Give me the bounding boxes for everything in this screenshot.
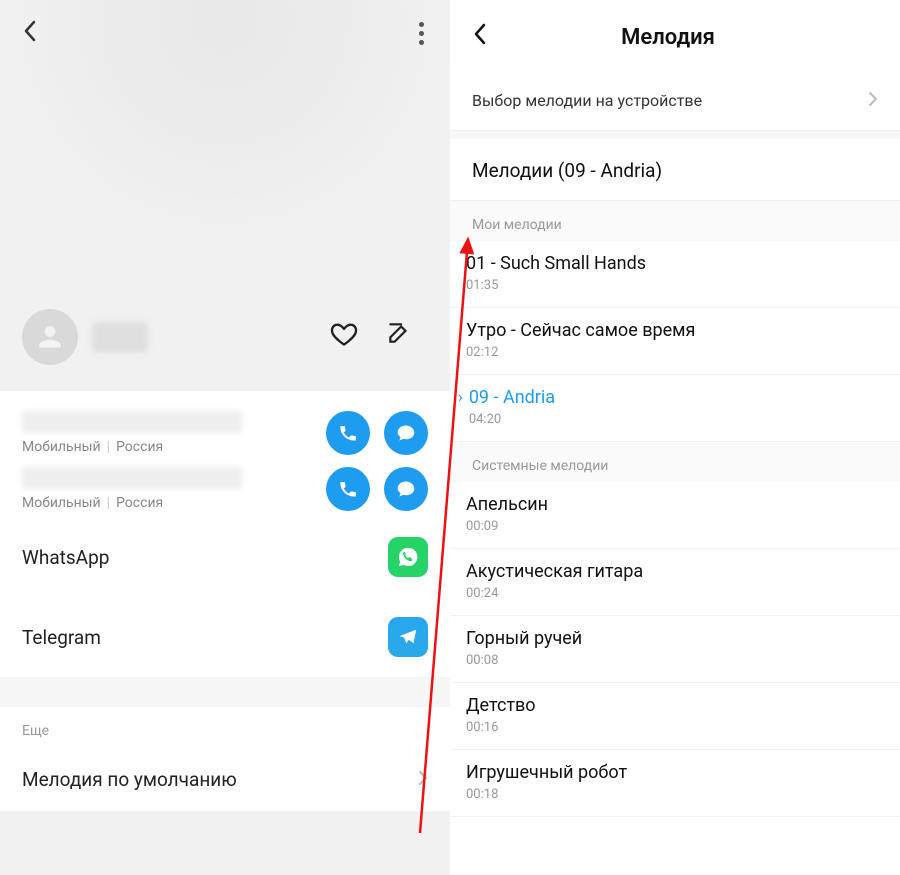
contact-name-redacted: [92, 322, 148, 352]
call-button[interactable]: [326, 467, 370, 511]
ringtone-title: 09 - Andria: [469, 387, 878, 408]
call-button[interactable]: [326, 411, 370, 455]
telegram-icon: [388, 617, 428, 657]
favorite-button[interactable]: [330, 320, 358, 355]
ringtone-duration: 02:12: [466, 345, 878, 360]
chevron-right-icon: [418, 767, 428, 791]
pick-on-device-row[interactable]: Выбор мелодии на устройстве: [450, 70, 900, 131]
phone-number-redacted: [22, 411, 242, 433]
ringtone-title: 01 - Such Small Hands: [466, 253, 878, 274]
ringtone-row[interactable]: ›Игрушечный робот00:18: [450, 750, 900, 817]
ringtone-title: Утро - Сейчас самое время: [466, 320, 878, 341]
ringtone-row[interactable]: ›Апельсин00:09: [450, 482, 900, 549]
default-ringtone-label: Мелодия по умолчанию: [22, 768, 418, 791]
telegram-label: Telegram: [22, 626, 388, 649]
ringtone-duration: 00:16: [466, 720, 878, 735]
ringtone-title: Апельсин: [466, 494, 878, 515]
ringtone-duration: 00:08: [466, 653, 878, 668]
my-ringtones-label: Мои мелодии: [450, 201, 900, 241]
whatsapp-icon: [388, 537, 428, 577]
ringtone-row[interactable]: ›Акустическая гитара00:24: [450, 549, 900, 616]
ringtone-duration: 00:18: [466, 787, 878, 802]
system-ringtones-label: Системные мелодии: [450, 442, 900, 482]
phone-subtitle: Мобильный|Россия: [22, 495, 326, 511]
edit-button[interactable]: [386, 320, 412, 355]
ringtone-duration: 00:24: [466, 586, 878, 601]
ringtone-row[interactable]: ›Утро - Сейчас самое время02:12: [450, 308, 900, 375]
more-menu-button[interactable]: [415, 18, 428, 49]
contact-avatar: [22, 309, 78, 365]
pick-on-device-label: Выбор мелодии на устройстве: [472, 91, 868, 110]
phone-subtitle: Мобильный|Россия: [22, 439, 326, 455]
back-button[interactable]: [22, 19, 38, 49]
ringtone-picker-pane: Мелодия Выбор мелодии на устройстве Мело…: [450, 0, 900, 875]
phone-number-redacted: [22, 467, 242, 489]
ringtone-row[interactable]: › 09 - Andria 04:20: [450, 375, 900, 442]
phone-entry-2[interactable]: Мобильный|Россия: [0, 461, 450, 517]
ringtone-title: Акустическая гитара: [466, 561, 878, 582]
ringtone-duration: 04:20: [469, 412, 878, 427]
ringtone-title: Детство: [466, 695, 878, 716]
whatsapp-row[interactable]: WhatsApp: [0, 517, 450, 597]
ringtone-title: Горный ручей: [466, 628, 878, 649]
selected-indicator-icon: ›: [458, 387, 463, 406]
ringtone-duration: 01:35: [466, 278, 878, 293]
message-button[interactable]: [384, 411, 428, 455]
whatsapp-label: WhatsApp: [22, 546, 388, 569]
page-title: Мелодия: [458, 25, 878, 50]
contact-detail-pane: Мобильный|Россия Мобильный|Россия: [0, 0, 450, 875]
ringtone-row[interactable]: ›01 - Such Small Hands01:35: [450, 241, 900, 308]
ringtone-row[interactable]: ›Горный ручей00:08: [450, 616, 900, 683]
ringtone-title: Игрушечный робот: [466, 762, 878, 783]
chevron-right-icon: [868, 88, 878, 112]
phone-entry-1[interactable]: Мобильный|Россия: [0, 405, 450, 461]
message-button[interactable]: [384, 467, 428, 511]
ringtone-duration: 00:09: [466, 519, 878, 534]
more-section-label: Еще: [0, 707, 450, 747]
telegram-row[interactable]: Telegram: [0, 597, 450, 677]
ringtone-row[interactable]: ›Детство00:16: [450, 683, 900, 750]
default-ringtone-row[interactable]: Мелодия по умолчанию: [0, 747, 450, 811]
current-ringtone[interactable]: Мелодии (09 - Andria): [450, 139, 900, 201]
